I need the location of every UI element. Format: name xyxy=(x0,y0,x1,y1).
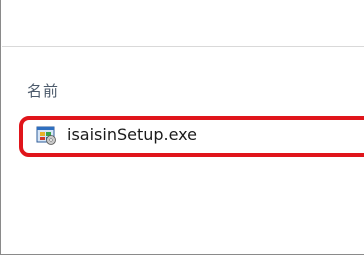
file-item-isaisinsetup[interactable]: isaisinSetup.exe xyxy=(19,116,364,157)
pane-top-strip xyxy=(2,0,364,47)
installer-exe-icon xyxy=(35,124,57,146)
file-name-label: isaisinSetup.exe xyxy=(67,125,197,144)
column-header-name[interactable]: 名前 xyxy=(27,80,59,102)
explorer-file-pane: 名前 isaisinSetup.exe xyxy=(0,0,364,255)
